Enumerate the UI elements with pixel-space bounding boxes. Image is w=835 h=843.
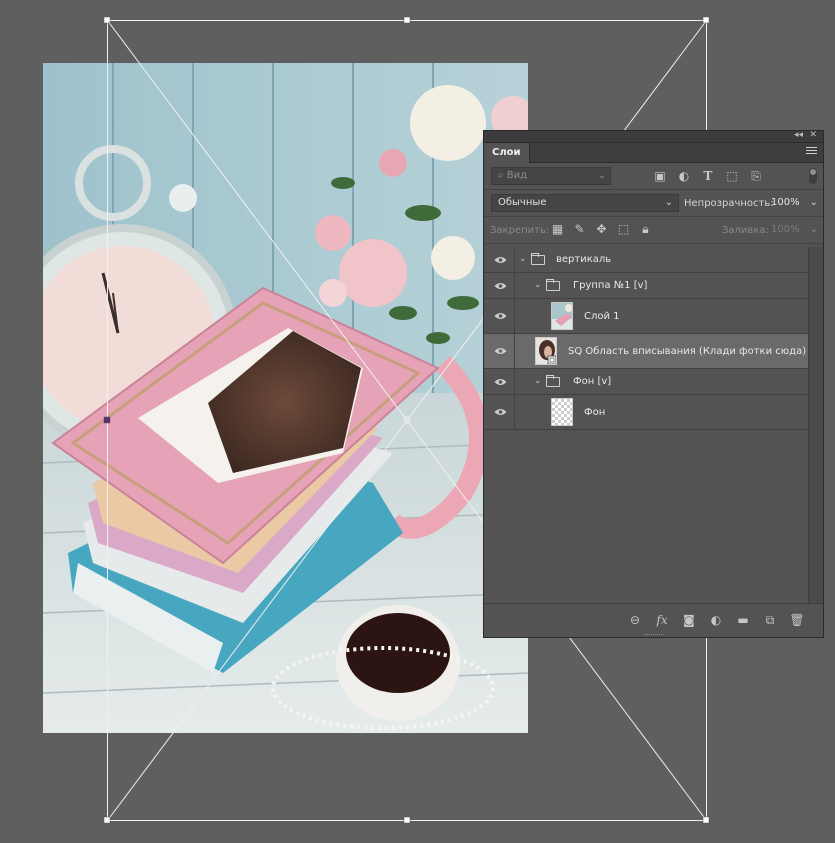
chevron-down-icon: ⌄ <box>597 170 606 181</box>
blend-row: Обычные ⌄ Непрозрачность: 100% ⌄ <box>484 190 823 217</box>
lock-label: Закрепить: <box>490 225 550 236</box>
visibility-eye-icon[interactable] <box>484 273 515 298</box>
fill-label: Заливка: <box>722 225 769 236</box>
opacity-field[interactable]: 100% ⌄ <box>768 195 820 212</box>
link-layers-icon[interactable]: ⊖ <box>627 612 643 628</box>
opacity-label: Непрозрачность: <box>684 198 774 209</box>
visibility-eye-icon[interactable] <box>484 247 515 272</box>
filter-row: ⌕ Вид ⌄ ▣ ◐ T ⬚ ⎘ <box>484 163 823 190</box>
smart-object-filter-icon[interactable]: ⎘ <box>748 168 764 184</box>
layer-row-sq-fit-area[interactable]: SQ Область вписывания (Клади фотки сюда)… <box>484 334 819 369</box>
visibility-eye-icon[interactable] <box>484 334 515 368</box>
lock-transparent-pixels-icon[interactable]: ▦ <box>550 222 565 237</box>
layer-mask-icon[interactable]: ◙ <box>681 612 697 628</box>
lock-image-pixels-icon[interactable]: ✎ <box>572 222 587 237</box>
canvas-artwork <box>43 63 528 733</box>
layer-name: Фон <box>584 407 606 418</box>
layers-panel: ◂◂ ✕ Слои ⌕ Вид ⌄ ▣ ◐ T ⬚ ⎘ Обычные ⌄ Непроз… <box>483 130 824 638</box>
panel-titlebar[interactable]: ◂◂ ✕ <box>484 130 823 143</box>
layer-name: Группа №1 [v] <box>573 280 648 291</box>
adjustment-layer-icon[interactable]: ◐ <box>708 612 724 628</box>
panel-tab-row: Слои <box>484 143 823 163</box>
layers-bottom-toolbar: ⊖ fx ◙ ◐ ▬ ⧉ 🗑︎ <box>484 603 823 637</box>
visibility-eye-icon[interactable] <box>484 369 515 394</box>
expand-chevron-icon[interactable]: ⌄ <box>519 254 527 264</box>
lock-row: Закрепить: ▦ ✎ ✥ ⬚ 🔒︎ Заливка: 100% ⌄ <box>484 217 823 244</box>
layer-thumbnail <box>551 302 573 330</box>
lock-artboard-icon[interactable]: ⬚ <box>616 222 631 237</box>
fill-field[interactable]: 100% ⌄ <box>768 222 820 239</box>
layer-name: Фон [v] <box>573 376 612 387</box>
expand-chevron-icon[interactable]: ⌄ <box>534 280 542 290</box>
transform-handle-bottom-center[interactable] <box>403 816 411 824</box>
new-group-icon[interactable]: ▬ <box>735 612 751 628</box>
layer-filter-select[interactable]: ⌕ Вид ⌄ <box>491 167 611 185</box>
lock-position-icon[interactable]: ✥ <box>594 222 609 237</box>
expand-chevron-icon[interactable]: ⌄ <box>534 376 542 386</box>
tab-layers[interactable]: Слои <box>484 143 530 163</box>
search-icon: ⌕ <box>498 170 504 181</box>
chevron-down-icon[interactable]: ⌄ <box>810 195 818 211</box>
collapse-panel-icon[interactable]: ◂◂ <box>794 130 803 140</box>
layer-row-sloy-1[interactable]: Слой 1 <box>484 299 809 334</box>
fill-value: 100% <box>771 224 800 235</box>
chevron-down-icon[interactable]: ⌄ <box>810 222 818 238</box>
layer-name: SQ Область вписывания (Клади фотки сюда)… <box>568 346 819 357</box>
layer-thumbnail <box>551 398 573 426</box>
adjustment-filter-icon[interactable]: ◐ <box>676 168 692 184</box>
new-layer-icon[interactable]: ⧉ <box>762 612 778 628</box>
opacity-value: 100% <box>771 197 800 208</box>
layers-list: ⌄ вертикаль ⌄ Группа №1 [v] Слой 1 SQ Об… <box>484 247 819 605</box>
image-filter-icon[interactable]: ▣ <box>652 168 668 184</box>
layer-row-fon-group[interactable]: ⌄ Фон [v] <box>484 369 809 395</box>
fx-icon[interactable]: fx <box>654 612 670 628</box>
visibility-eye-icon[interactable] <box>484 299 515 333</box>
blend-mode-select[interactable]: Обычные ⌄ <box>491 194 679 212</box>
panel-resize-grip[interactable] <box>644 634 664 637</box>
transform-handle-top-right[interactable] <box>702 16 710 24</box>
filter-kind-label: Вид <box>506 170 528 181</box>
folder-icon <box>531 252 545 265</box>
layer-name: вертикаль <box>556 254 612 265</box>
type-filter-icon[interactable]: T <box>700 168 716 184</box>
layer-name: Слой 1 <box>584 311 620 322</box>
chevron-down-icon: ⌄ <box>664 197 673 208</box>
filter-toggle-switch[interactable] <box>809 168 817 184</box>
layer-thumbnail <box>535 337 557 365</box>
delete-layer-icon[interactable]: 🗑︎ <box>789 612 805 628</box>
lock-all-icon[interactable]: 🔒︎ <box>638 222 653 237</box>
layer-row-vertikal[interactable]: ⌄ вертикаль <box>484 247 809 273</box>
document-canvas[interactable] <box>43 63 528 733</box>
panel-menu-icon[interactable] <box>806 147 817 156</box>
folder-icon <box>546 374 560 387</box>
close-panel-icon[interactable]: ✕ <box>809 130 817 140</box>
transform-handle-top-center[interactable] <box>403 16 411 24</box>
layer-row-fon[interactable]: Фон <box>484 395 809 430</box>
transform-handle-bottom-right[interactable] <box>702 816 710 824</box>
layer-row-group-1[interactable]: ⌄ Группа №1 [v] <box>484 273 809 299</box>
transform-handle-bottom-left[interactable] <box>103 816 111 824</box>
folder-icon <box>546 278 560 291</box>
layers-scrollbar[interactable] <box>808 247 823 605</box>
transform-handle-top-left[interactable] <box>103 16 111 24</box>
visibility-eye-icon[interactable] <box>484 395 515 429</box>
blend-mode-value: Обычные <box>498 197 547 208</box>
shape-filter-icon[interactable]: ⬚ <box>724 168 740 184</box>
